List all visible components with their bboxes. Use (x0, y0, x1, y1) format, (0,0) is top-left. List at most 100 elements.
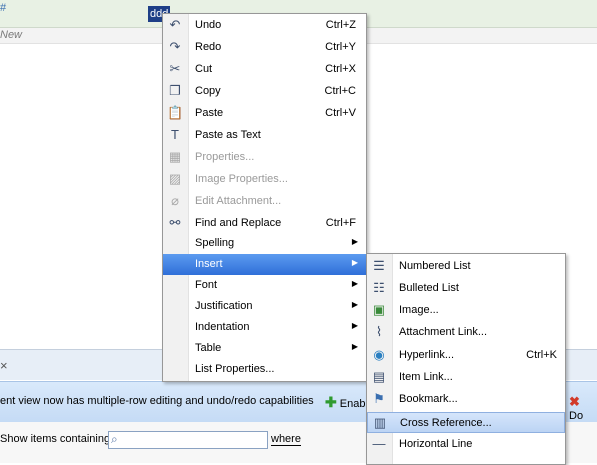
menu-item-spelling[interactable]: Spelling ▶ (163, 233, 366, 254)
menu-item-label: Insert (195, 258, 223, 270)
submenu-item-item-link[interactable]: ▤ Item Link... (367, 367, 565, 388)
properties-icon: ▦ (168, 149, 182, 164)
paste-icon: 📋 (167, 105, 184, 120)
submenu-arrow-icon: ▶ (351, 279, 358, 288)
menu-item-shortcut: Ctrl+Y (325, 41, 356, 53)
menu-item-label: Indentation (195, 321, 250, 333)
paperclip-icon: ⌇ (375, 324, 383, 339)
item-link-icon: ▤ (372, 369, 386, 384)
menu-item-justification[interactable]: Justification ▶ (163, 296, 366, 317)
enable-label: Enab (339, 398, 366, 410)
binoculars-icon: ⚯ (169, 215, 181, 230)
numbered-list-icon: ☰ (373, 258, 385, 273)
menu-item-label: Justification (195, 300, 253, 312)
menu-item-shortcut: Ctrl+V (325, 107, 356, 119)
submenu-item-attachment-link[interactable]: ⌇ Attachment Link... (367, 322, 565, 343)
submenu-item-image[interactable]: ▣ Image... (367, 300, 565, 321)
menu-item-label: Paste as Text (195, 129, 261, 141)
submenu-arrow-icon: ▶ (351, 342, 358, 351)
close-icon[interactable]: × (0, 358, 8, 373)
filter-label: Show items containing (0, 433, 111, 445)
menu-item-label: List Properties... (195, 363, 275, 375)
menu-item-insert[interactable]: Insert ▶ (163, 254, 366, 275)
submenu-item-numbered-list[interactable]: ☰ Numbered List (367, 256, 565, 277)
submenu-item-bookmark[interactable]: ⚑ Bookmark... (367, 389, 565, 410)
menu-item-label: Spelling (195, 237, 235, 249)
globe-icon: ◉ (373, 347, 385, 362)
menu-item-label: Cut (195, 63, 213, 75)
menu-item-properties[interactable]: ▦ Properties... (163, 147, 366, 168)
menu-item-label: Find and Replace (195, 217, 282, 229)
menu-item-table[interactable]: Table ▶ (163, 338, 366, 359)
plus-icon: ✚ (325, 394, 337, 410)
delete-button[interactable]: ✖ Do (569, 394, 597, 422)
menu-item-label: Undo (195, 19, 222, 31)
menu-item-label: Item Link... (399, 371, 453, 383)
copy-icon: ❐ (169, 83, 181, 98)
where-dropdown[interactable]: where (271, 433, 301, 446)
menu-item-label: Image Properties... (195, 173, 288, 185)
submenu-arrow-icon: ▶ (351, 258, 358, 267)
menu-item-label: Bookmark... (399, 393, 458, 405)
info-message: ent view now has multiple-row editing an… (0, 395, 314, 407)
insert-submenu: ☰ Numbered List ☷ Bulleted List ▣ Image.… (366, 253, 566, 465)
new-row-label: New (0, 29, 23, 41)
menu-item-label: Attachment Link... (399, 326, 488, 338)
menu-item-label: Properties... (195, 151, 255, 163)
menu-item-shortcut: Ctrl+X (325, 63, 356, 75)
context-menu: ↶ Undo Ctrl+Z ↷ Redo Ctrl+Y ✂ Cut Ctrl+X… (162, 13, 367, 382)
search-icon: ⌕ (111, 432, 118, 446)
redo-icon: ↷ (169, 39, 181, 54)
row-marker: # (0, 2, 7, 14)
attachment-icon: ⌀ (171, 193, 179, 208)
paste-text-icon: T (171, 127, 179, 142)
menu-item-shortcut: Ctrl+C (324, 85, 356, 97)
enable-button[interactable]: ✚ Enab (325, 394, 366, 411)
menu-item-shortcut: Ctrl+K (526, 349, 557, 361)
submenu-arrow-icon: ▶ (351, 321, 358, 330)
horizontal-line-icon: — (372, 436, 386, 451)
menu-item-label: Table (195, 342, 222, 354)
submenu-item-horizontal-line[interactable]: — Horizontal Line (367, 434, 565, 455)
menu-item-shortcut: Ctrl+F (325, 217, 356, 229)
menu-item-redo[interactable]: ↷ Redo Ctrl+Y (163, 37, 366, 58)
menu-item-cut[interactable]: ✂ Cut Ctrl+X (163, 59, 366, 80)
menu-item-edit-attachment[interactable]: ⌀ Edit Attachment... (163, 191, 366, 212)
menu-item-label: Horizontal Line (399, 438, 473, 450)
menu-item-label: Edit Attachment... (195, 195, 282, 207)
menu-item-label: Paste (195, 107, 224, 119)
menu-item-label: Copy (195, 85, 221, 97)
delete-label: Do (569, 410, 584, 422)
menu-item-label: Bulleted List (399, 282, 459, 294)
menu-item-font[interactable]: Font ▶ (163, 275, 366, 296)
menu-item-list-properties[interactable]: List Properties... (163, 359, 366, 380)
image-properties-icon: ▨ (168, 171, 182, 186)
submenu-item-hyperlink[interactable]: ◉ Hyperlink... Ctrl+K (367, 345, 565, 366)
menu-item-paste[interactable]: 📋 Paste Ctrl+V (163, 103, 366, 124)
cut-icon: ✂ (169, 61, 181, 76)
menu-item-indentation[interactable]: Indentation ▶ (163, 317, 366, 338)
menu-item-label: Hyperlink... (399, 349, 455, 361)
submenu-item-cross-reference[interactable]: ▥ Cross Reference... (367, 412, 565, 433)
image-icon: ▣ (372, 302, 386, 317)
menu-item-shortcut: Ctrl+Z (325, 19, 356, 31)
menu-item-paste-as-text[interactable]: T Paste as Text (163, 125, 366, 146)
undo-icon: ↶ (169, 17, 181, 32)
menu-item-find-replace[interactable]: ⚯ Find and Replace Ctrl+F (163, 213, 366, 234)
menu-item-undo[interactable]: ↶ Undo Ctrl+Z (163, 15, 366, 36)
submenu-arrow-icon: ▶ (351, 300, 358, 309)
bulleted-list-icon: ☷ (373, 280, 385, 295)
delete-icon: ✖ (569, 394, 580, 409)
menu-item-image-properties[interactable]: ▨ Image Properties... (163, 169, 366, 190)
menu-item-label: Cross Reference... (400, 417, 492, 429)
menu-item-label: Font (195, 279, 218, 291)
menu-item-label: Redo (195, 41, 222, 53)
submenu-arrow-icon: ▶ (351, 237, 358, 246)
menu-item-label: Image... (399, 304, 439, 316)
menu-item-label: Numbered List (399, 260, 471, 272)
submenu-item-bulleted-list[interactable]: ☷ Bulleted List (367, 278, 565, 299)
cross-reference-icon: ▥ (373, 415, 387, 430)
menu-item-copy[interactable]: ❐ Copy Ctrl+C (163, 81, 366, 102)
bookmark-flag-icon: ⚑ (373, 391, 385, 406)
filter-input[interactable]: ⌕ (108, 431, 268, 449)
